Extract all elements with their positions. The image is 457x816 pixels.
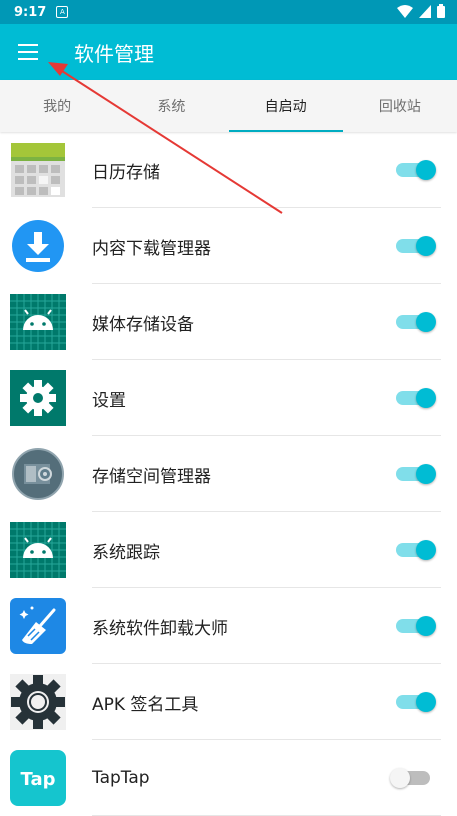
list-item[interactable]: 系统软件卸载大师 bbox=[0, 588, 457, 664]
app-name: 媒体存储设备 bbox=[92, 314, 194, 335]
status-bar: 9:17 A bbox=[0, 0, 457, 24]
app-name: 设置 bbox=[92, 390, 126, 411]
autostart-toggle[interactable] bbox=[396, 464, 436, 484]
autostart-toggle[interactable] bbox=[396, 236, 436, 256]
tab-mine[interactable]: 我的 bbox=[0, 80, 114, 132]
android-icon bbox=[10, 522, 66, 578]
list-item[interactable]: 存储空间管理器 bbox=[0, 436, 457, 512]
app-bar: 软件管理 bbox=[0, 24, 457, 80]
cog-icon bbox=[10, 674, 66, 730]
list-item[interactable]: APK 签名工具 bbox=[0, 664, 457, 740]
list-item[interactable]: 系统跟踪 bbox=[0, 512, 457, 588]
status-time: 9:17 bbox=[14, 4, 47, 20]
app-name: 存储空间管理器 bbox=[92, 466, 211, 487]
battery-icon bbox=[437, 4, 445, 18]
autostart-toggle[interactable] bbox=[396, 692, 436, 712]
signal-icon bbox=[419, 4, 431, 18]
list-item[interactable]: Tap TapTap bbox=[0, 740, 457, 816]
android-icon bbox=[10, 294, 66, 350]
gear-icon bbox=[10, 370, 66, 426]
app-name: 系统软件卸载大师 bbox=[92, 618, 228, 639]
list-item[interactable]: 内容下载管理器 bbox=[0, 208, 457, 284]
list-item[interactable]: 媒体存储设备 bbox=[0, 284, 457, 360]
autostart-toggle[interactable] bbox=[396, 388, 436, 408]
tab-autostart[interactable]: 自启动 bbox=[228, 80, 344, 132]
list-item[interactable]: 日历存储 bbox=[0, 132, 457, 208]
taptap-logo-text: Tap bbox=[21, 769, 56, 790]
broom-icon bbox=[10, 598, 66, 654]
autostart-toggle[interactable] bbox=[396, 540, 436, 560]
notification-icon: A bbox=[56, 6, 69, 18]
tab-recycle-bin[interactable]: 回收站 bbox=[343, 80, 457, 132]
wifi-icon bbox=[397, 4, 413, 18]
app-name: 日历存储 bbox=[92, 162, 160, 183]
page-title: 软件管理 bbox=[74, 41, 154, 66]
storage-icon bbox=[10, 446, 66, 502]
calendar-icon bbox=[10, 142, 66, 198]
autostart-toggle[interactable] bbox=[396, 312, 436, 332]
app-list: 日历存储 内容下载管理器 媒体存储设备 设置 存储空间管理器 系统跟踪 系统软件… bbox=[0, 132, 457, 816]
app-name: 系统跟踪 bbox=[92, 542, 160, 563]
taptap-icon: Tap bbox=[10, 750, 66, 806]
tab-system[interactable]: 系统 bbox=[114, 80, 228, 132]
download-icon bbox=[10, 218, 66, 274]
autostart-toggle[interactable] bbox=[396, 160, 436, 180]
app-name: APK 签名工具 bbox=[92, 694, 199, 715]
list-item[interactable]: 设置 bbox=[0, 360, 457, 436]
app-name: 内容下载管理器 bbox=[92, 238, 211, 259]
autostart-toggle[interactable] bbox=[396, 616, 436, 636]
app-name: TapTap bbox=[92, 768, 150, 788]
autostart-toggle[interactable] bbox=[390, 768, 430, 788]
menu-icon[interactable] bbox=[18, 44, 38, 60]
tab-bar: 我的 系统 自启动 回收站 bbox=[0, 80, 457, 132]
